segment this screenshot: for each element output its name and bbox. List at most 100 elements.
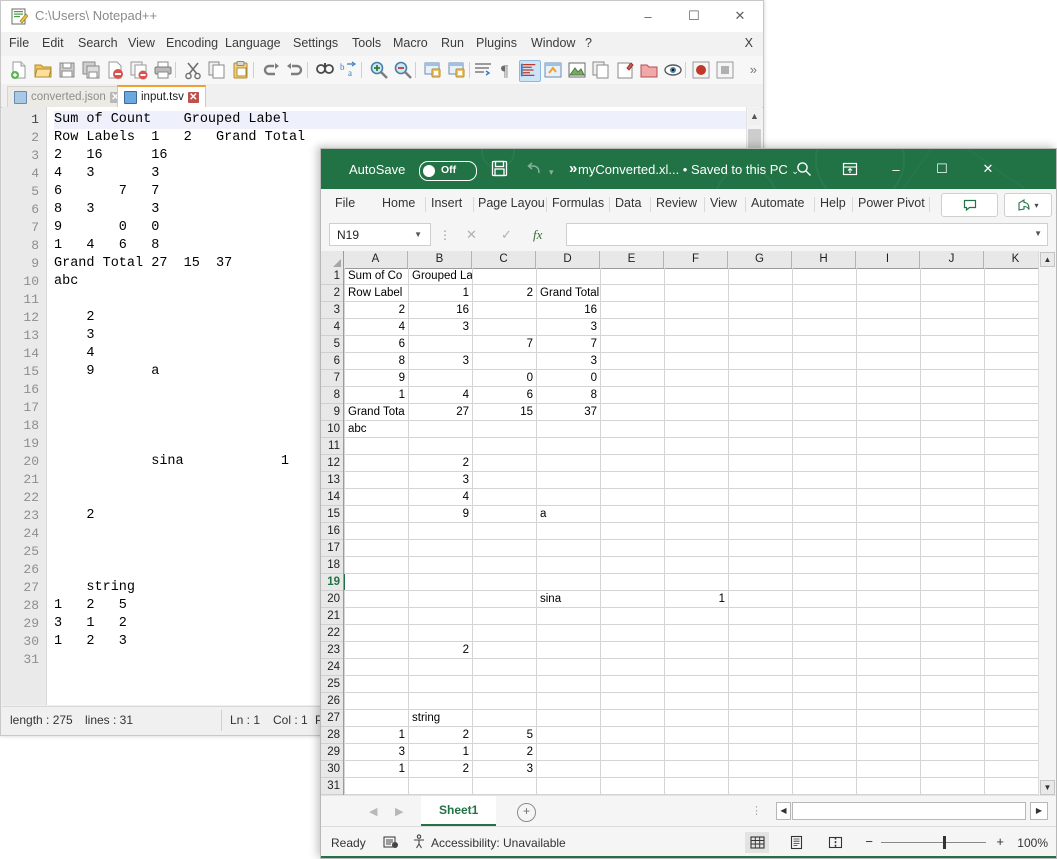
cell-D9[interactable]: 37 xyxy=(537,404,600,420)
formula-expand-icon[interactable]: ▼ xyxy=(1034,229,1042,238)
column-header-h[interactable]: H xyxy=(792,251,856,268)
column-header-i[interactable]: I xyxy=(856,251,920,268)
cell-A3[interactable]: 2 xyxy=(345,302,408,318)
menu-close-document-button[interactable]: X xyxy=(745,36,753,50)
cell-C28[interactable]: 5 xyxy=(473,727,536,743)
zoom-out-icon[interactable] xyxy=(393,60,413,80)
cell-C2[interactable]: 2 xyxy=(473,285,536,301)
menu-help[interactable]: ? xyxy=(585,36,592,50)
row-header-31[interactable]: 31 xyxy=(321,778,343,795)
close-all-files-icon[interactable] xyxy=(129,60,149,80)
notepad-tab-input-tsv[interactable]: input.tsv ✕ xyxy=(117,85,206,107)
row-header-4[interactable]: 4 xyxy=(321,319,343,336)
sync-horizontal-scroll-icon[interactable] xyxy=(447,60,467,80)
indent-guide-icon[interactable] xyxy=(519,60,541,82)
record-macro-icon[interactable] xyxy=(383,834,399,850)
tab-data[interactable]: Data xyxy=(615,196,641,210)
formula-input[interactable]: ▼ xyxy=(566,223,1048,246)
row-header-17[interactable]: 17 xyxy=(321,540,343,557)
share-caret-icon[interactable]: ▾ xyxy=(1034,201,1038,210)
zoom-out-button[interactable]: − xyxy=(865,834,873,849)
cell-A7[interactable]: 9 xyxy=(345,370,408,386)
tab-formulas[interactable]: Formulas xyxy=(552,196,604,210)
notepad-close-button[interactable]: ✕ xyxy=(717,1,763,31)
cell-B28[interactable]: 2 xyxy=(409,727,472,743)
horizontal-scrollbar[interactable] xyxy=(792,802,1026,820)
row-header-21[interactable]: 21 xyxy=(321,608,343,625)
scroll-left-icon[interactable]: ◀ xyxy=(776,802,791,820)
column-header-j[interactable]: J xyxy=(920,251,984,268)
print-icon[interactable] xyxy=(153,60,173,80)
row-header-3[interactable]: 3 xyxy=(321,302,343,319)
cell-D4[interactable]: 3 xyxy=(537,319,600,335)
row-header-9[interactable]: 9 xyxy=(321,404,343,421)
row-header-20[interactable]: 20 xyxy=(321,591,343,608)
cell-A30[interactable]: 1 xyxy=(345,761,408,777)
tab-review[interactable]: Review xyxy=(656,196,697,210)
scroll-up-icon[interactable]: ▲ xyxy=(1040,252,1055,267)
row-header-22[interactable]: 22 xyxy=(321,625,343,642)
cell-C5[interactable]: 7 xyxy=(473,336,536,352)
cell-D2[interactable]: Grand Total xyxy=(537,285,600,301)
cell-B14[interactable]: 4 xyxy=(409,489,472,505)
name-box[interactable]: N19 ▼ xyxy=(329,223,431,246)
row-header-16[interactable]: 16 xyxy=(321,523,343,540)
column-header-b[interactable]: B xyxy=(408,251,472,268)
cell-D20[interactable]: sina xyxy=(537,591,600,607)
cell-A8[interactable]: 1 xyxy=(345,387,408,403)
tab-help[interactable]: Help xyxy=(820,196,846,210)
row-header-6[interactable]: 6 xyxy=(321,353,343,370)
cell-B9[interactable]: 27 xyxy=(409,404,472,420)
row-header-29[interactable]: 29 xyxy=(321,744,343,761)
add-sheet-button[interactable]: + xyxy=(517,803,536,822)
folder-icon[interactable] xyxy=(639,60,659,80)
menu-plugins[interactable]: Plugins xyxy=(476,36,517,50)
column-header-g[interactable]: G xyxy=(728,251,792,268)
cell-C8[interactable]: 6 xyxy=(473,387,536,403)
cell-B27[interactable]: string xyxy=(409,710,472,726)
row-header-1[interactable]: 1 xyxy=(321,268,343,285)
cell-D6[interactable]: 3 xyxy=(537,353,600,369)
sheet-tab-sheet1[interactable]: Sheet1 xyxy=(421,796,497,826)
tab-power-pivot[interactable]: Power Pivot xyxy=(858,196,925,210)
cell-B13[interactable]: 3 xyxy=(409,472,472,488)
row-header-19[interactable]: 19 xyxy=(321,574,343,591)
new-file-icon[interactable] xyxy=(9,60,29,80)
zoom-slider-knob[interactable] xyxy=(943,836,946,849)
replace-icon[interactable]: ba xyxy=(339,60,359,80)
sheet-bar-grip[interactable]: ⋮ xyxy=(751,804,762,817)
cell-B4[interactable]: 3 xyxy=(409,319,472,335)
cell-B12[interactable]: 2 xyxy=(409,455,472,471)
menu-view[interactable]: View xyxy=(128,36,155,50)
zoom-slider[interactable] xyxy=(881,842,986,843)
cell-D7[interactable]: 0 xyxy=(537,370,600,386)
cell-area[interactable]: Sum of CoGrouped LabelRow Label12Grand T… xyxy=(344,268,1039,796)
scroll-right-icon[interactable]: ▶ xyxy=(1030,802,1048,820)
cell-C29[interactable]: 2 xyxy=(473,744,536,760)
menu-search[interactable]: Search xyxy=(78,36,118,50)
ribbon-display-options-icon[interactable] xyxy=(827,149,873,189)
row-header-8[interactable]: 8 xyxy=(321,387,343,404)
monitoring-icon[interactable] xyxy=(663,60,683,80)
row-header-30[interactable]: 30 xyxy=(321,761,343,778)
cell-D8[interactable]: 8 xyxy=(537,387,600,403)
cell-A9[interactable]: Grand Tota xyxy=(345,404,408,420)
cell-A10[interactable]: abc xyxy=(345,421,408,437)
cell-B2[interactable]: 1 xyxy=(409,285,472,301)
row-header-27[interactable]: 27 xyxy=(321,710,343,727)
confirm-formula-icon[interactable]: ✓ xyxy=(501,227,512,243)
next-sheet-icon[interactable]: ▶ xyxy=(395,805,403,818)
function-list-icon[interactable] xyxy=(591,60,611,80)
tab-insert[interactable]: Insert xyxy=(431,196,462,210)
cell-B1[interactable]: Grouped Label xyxy=(409,268,472,284)
cell-C30[interactable]: 3 xyxy=(473,761,536,777)
cell-A4[interactable]: 4 xyxy=(345,319,408,335)
excel-search-icon[interactable] xyxy=(781,149,827,189)
cell-B3[interactable]: 16 xyxy=(409,302,472,318)
scroll-down-icon[interactable]: ▼ xyxy=(1040,780,1055,795)
cell-A29[interactable]: 3 xyxy=(345,744,408,760)
row-header-28[interactable]: 28 xyxy=(321,727,343,744)
menu-file[interactable]: File xyxy=(9,36,29,50)
close-file-icon[interactable] xyxy=(105,60,125,80)
row-header-25[interactable]: 25 xyxy=(321,676,343,693)
